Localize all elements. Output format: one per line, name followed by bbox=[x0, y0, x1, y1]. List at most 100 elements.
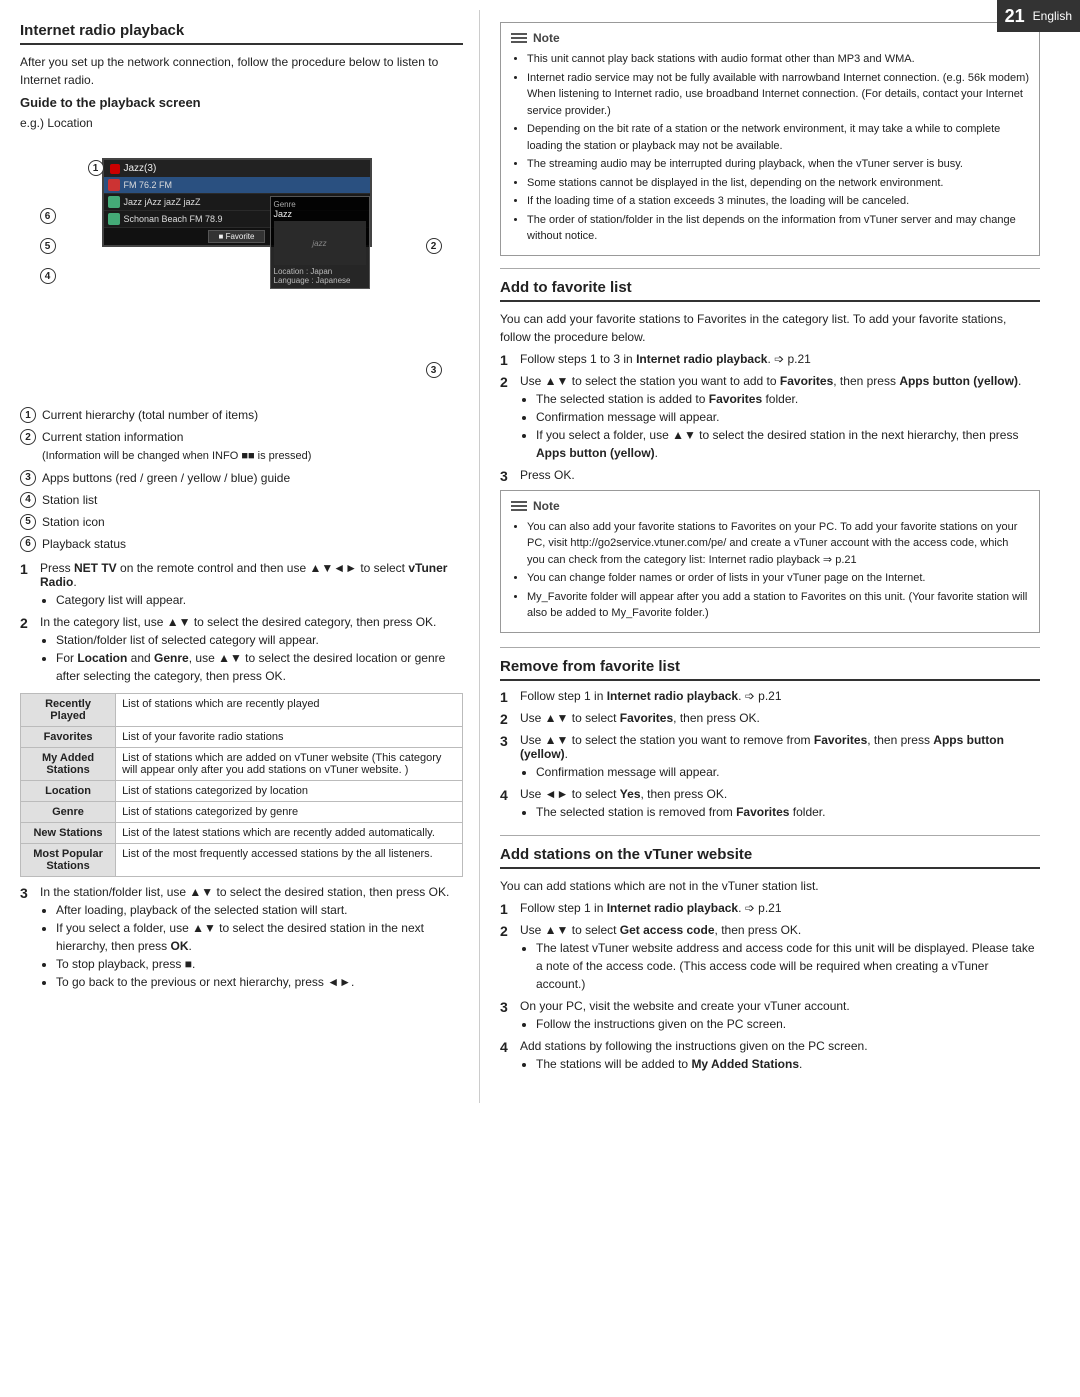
screen-frame: Jazz(3) FM 76.2 FM Jazz jAzz jazZ jazZ bbox=[102, 158, 372, 247]
intro-text: After you set up the network connection,… bbox=[20, 53, 463, 89]
note-item: This unit cannot play back stations with… bbox=[527, 51, 1029, 68]
add-fav-intro: You can add your favorite stations to Fa… bbox=[500, 310, 1040, 346]
callout-item-1: 1 Current hierarchy (total number of ite… bbox=[20, 406, 463, 424]
add-fav-step-2: 2 Use ▲▼ to select the station you want … bbox=[500, 374, 1040, 462]
callout-1-marker: 1 bbox=[88, 160, 104, 176]
station-name: FM 76.2 FM bbox=[124, 180, 366, 190]
remove-fav-step-1: 1 Follow step 1 in Internet radio playba… bbox=[500, 689, 1040, 705]
callout-item-6: 6 Playback status bbox=[20, 535, 463, 553]
add-vtuner-step-3: 3 On your PC, visit the website and crea… bbox=[500, 999, 1040, 1033]
note-item: The order of station/folder in the list … bbox=[527, 212, 1029, 245]
language-label: English bbox=[1033, 9, 1072, 23]
screen-top-bar: Jazz(3) bbox=[104, 160, 370, 177]
category-desc-myadded: List of stations which are added on vTun… bbox=[116, 747, 463, 780]
category-desc-genre: List of stations categorized by genre bbox=[116, 801, 463, 822]
category-desc-popular: List of the most frequently accessed sta… bbox=[116, 843, 463, 876]
genre-label: Genre bbox=[274, 200, 366, 209]
remove-fav-step-3: 3 Use ▲▼ to select the station you want … bbox=[500, 733, 1040, 781]
screen-top-text: Jazz(3) bbox=[124, 163, 157, 174]
steps-list: 1 Press NET TV on the remote control and… bbox=[20, 561, 463, 685]
note-icon-1 bbox=[511, 33, 527, 43]
callout-item-5: 5 Station icon bbox=[20, 513, 463, 531]
table-row-location: Location List of stations categorized by… bbox=[21, 780, 463, 801]
add-vtuner-step-4: 4 Add stations by following the instruct… bbox=[500, 1039, 1040, 1073]
remove-fav-title: Remove from favorite list bbox=[500, 658, 1040, 681]
table-row-genre: Genre List of stations categorized by ge… bbox=[21, 801, 463, 822]
stop-playback-item: To stop playback, press ■. bbox=[56, 955, 463, 973]
category-name-favorites: Favorites bbox=[21, 726, 116, 747]
divider-1 bbox=[500, 268, 1040, 269]
add-fav-step-1: 1 Follow steps 1 to 3 in Internet radio … bbox=[500, 352, 1040, 368]
note-header-1: Note bbox=[511, 31, 1029, 45]
recording-dot bbox=[110, 164, 120, 174]
top-bar: 21 English bbox=[997, 0, 1080, 32]
category-name-recently: Recently Played bbox=[21, 693, 116, 726]
callout-4-marker: 4 bbox=[40, 268, 56, 284]
add-vtuner-steps: 1 Follow step 1 in Internet radio playba… bbox=[500, 901, 1040, 1073]
note-item: Internet radio service may not be fully … bbox=[527, 70, 1029, 120]
note-1-list: This unit cannot play back stations with… bbox=[511, 51, 1029, 245]
category-desc-location: List of stations categorized by location bbox=[116, 780, 463, 801]
callout-6-marker: 6 bbox=[40, 208, 56, 224]
category-name-popular: Most Popular Stations bbox=[21, 843, 116, 876]
category-name-genre: Genre bbox=[21, 801, 116, 822]
note-item: You can also add your favorite stations … bbox=[527, 519, 1029, 569]
location-info: Location : Japan bbox=[274, 267, 366, 276]
note-box-1: Note This unit cannot play back stations… bbox=[500, 22, 1040, 256]
note-item: If the loading time of a station exceeds… bbox=[527, 193, 1029, 210]
note-box-2: Note You can also add your favorite stat… bbox=[500, 490, 1040, 633]
category-desc-recently: List of stations which are recently play… bbox=[116, 693, 463, 726]
callout-3-marker: 3 bbox=[426, 362, 442, 378]
category-desc-new: List of the latest stations which are re… bbox=[116, 822, 463, 843]
add-fav-step-3: 3 Press OK. bbox=[500, 468, 1040, 484]
main-content: Internet radio playback After you set up… bbox=[0, 0, 1080, 1103]
table-row-recently: Recently Played List of stations which a… bbox=[21, 693, 463, 726]
screen-right-panel: Genre Jazz jazz Location : Japan Languag… bbox=[270, 196, 370, 289]
note-item: Some stations cannot be displayed in the… bbox=[527, 175, 1029, 192]
favorite-button: ■ Favorite bbox=[208, 230, 266, 243]
callout-5-marker: 5 bbox=[40, 238, 56, 254]
remove-fav-step-2: 2 Use ▲▼ to select Favorites, then press… bbox=[500, 711, 1040, 727]
right-column: Note This unit cannot play back stations… bbox=[480, 10, 1060, 1103]
main-section-title: Internet radio playback bbox=[20, 22, 463, 45]
callout-item-4: 4 Station list bbox=[20, 491, 463, 509]
album-art-thumbnail: jazz bbox=[274, 221, 366, 265]
step-3: 3 In the station/folder list, use ▲▼ to … bbox=[20, 885, 463, 991]
note-item: You can change folder names or order of … bbox=[527, 570, 1029, 587]
note-item: My_Favorite folder will appear after you… bbox=[527, 589, 1029, 622]
step-1: 1 Press NET TV on the remote control and… bbox=[20, 561, 463, 609]
add-vtuner-section: Add stations on the vTuner website You c… bbox=[500, 846, 1040, 1073]
language-info: Language : Japanese bbox=[274, 276, 366, 285]
station-icon-green-1 bbox=[108, 196, 120, 208]
add-fav-title: Add to favorite list bbox=[500, 279, 1040, 302]
table-row-popular: Most Popular Stations List of the most f… bbox=[21, 843, 463, 876]
remove-fav-step-4: 4 Use ◄► to select Yes, then press OK. T… bbox=[500, 787, 1040, 821]
category-name-myadded: My Added Stations bbox=[21, 747, 116, 780]
note-item: Depending on the bit rate of a station o… bbox=[527, 121, 1029, 154]
divider-2 bbox=[500, 647, 1040, 648]
station-icon-red bbox=[108, 179, 120, 191]
note-item: The streaming audio may be interrupted d… bbox=[527, 156, 1029, 173]
remove-fav-steps: 1 Follow step 1 in Internet radio playba… bbox=[500, 689, 1040, 821]
callout-item-2: 2 Current station information (Informati… bbox=[20, 428, 463, 465]
callout-list: 1 Current hierarchy (total number of ite… bbox=[20, 406, 463, 553]
table-row-myadded: My Added Stations List of stations which… bbox=[21, 747, 463, 780]
note-2-list: You can also add your favorite stations … bbox=[511, 519, 1029, 622]
add-fav-steps: 1 Follow steps 1 to 3 in Internet radio … bbox=[500, 352, 1040, 484]
internet-radio-section: Internet radio playback After you set up… bbox=[20, 22, 463, 991]
step-2: 2 In the category list, use ▲▼ to select… bbox=[20, 615, 463, 685]
confirmation-message-item: Confirmation message will appear. bbox=[536, 408, 1040, 426]
genre-value: Jazz bbox=[274, 209, 366, 219]
station-icon-green-2 bbox=[108, 213, 120, 225]
guide-title: Guide to the playback screen bbox=[20, 95, 463, 110]
add-vtuner-step-1: 1 Follow step 1 in Internet radio playba… bbox=[500, 901, 1040, 917]
add-favorite-section: Add to favorite list You can add your fa… bbox=[500, 279, 1040, 633]
add-vtuner-intro: You can add stations which are not in th… bbox=[500, 877, 1040, 895]
screen-diagram: Jazz(3) FM 76.2 FM Jazz jAzz jazZ jazZ bbox=[32, 138, 452, 398]
add-vtuner-step-2: 2 Use ▲▼ to select Get access code, then… bbox=[500, 923, 1040, 993]
screen-list-row-1: FM 76.2 FM bbox=[104, 177, 370, 194]
category-name-new: New Stations bbox=[21, 822, 116, 843]
page-number: 21 bbox=[1005, 6, 1025, 27]
callout-item-3: 3 Apps buttons (red / green / yellow / b… bbox=[20, 469, 463, 487]
add-vtuner-title: Add stations on the vTuner website bbox=[500, 846, 1040, 869]
